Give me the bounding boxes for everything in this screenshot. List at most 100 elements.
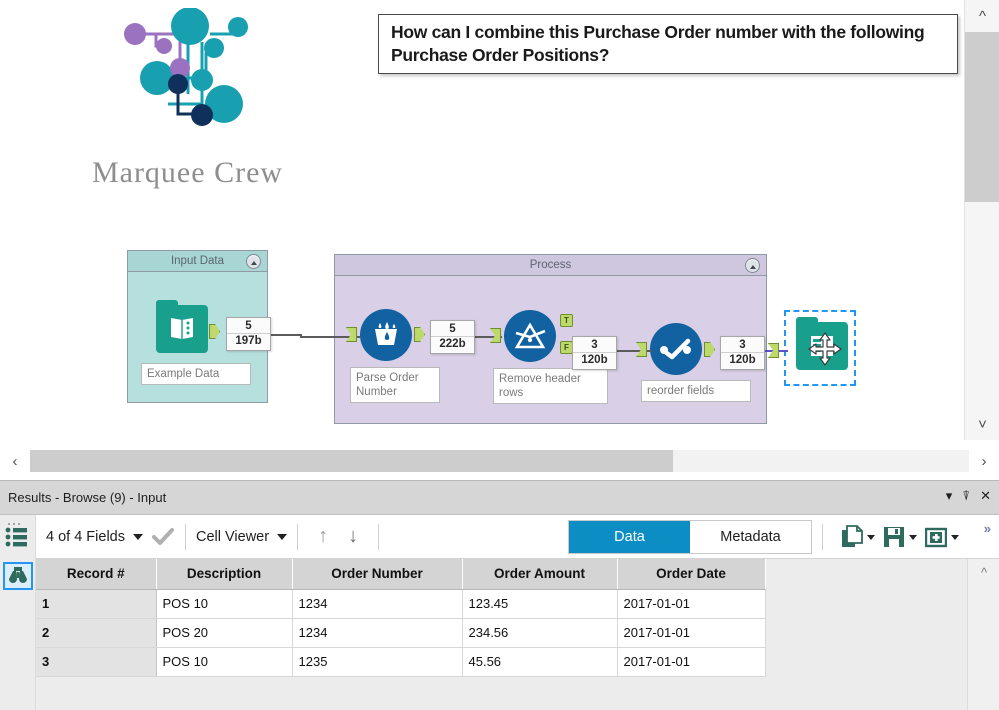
pin-icon[interactable]: ⍒ xyxy=(962,487,970,505)
canvas-horizontal-scroll-track[interactable] xyxy=(30,450,969,472)
collapse-icon[interactable] xyxy=(246,254,261,269)
cell-order-number[interactable]: 1234 xyxy=(292,589,462,618)
chevron-down-icon[interactable] xyxy=(277,534,287,540)
copy-action[interactable] xyxy=(841,525,875,549)
results-toolbar-left-rail xyxy=(0,515,36,559)
cell-order-number[interactable]: 1235 xyxy=(292,647,462,676)
column-header-order-number[interactable]: Order Number xyxy=(292,559,462,589)
results-grid-left-rail xyxy=(0,559,36,710)
input-data-icon[interactable] xyxy=(156,305,208,357)
workflow-canvas-area[interactable]: Marquee Crew How can I combine this Purc… xyxy=(0,0,999,480)
record-annotation: 5 197b xyxy=(226,317,271,351)
tab-data[interactable]: Data xyxy=(569,521,690,553)
cell-order-date[interactable]: 2017-01-01 xyxy=(617,618,765,647)
results-panel-title: Results - Browse (9) - Input xyxy=(8,490,166,505)
tool-label-remove-header-rows[interactable]: Remove header rows xyxy=(493,368,608,404)
tab-metadata[interactable]: Metadata xyxy=(690,521,811,553)
scroll-up-button[interactable]: ^ xyxy=(965,0,999,32)
browse-record-button[interactable] xyxy=(3,562,33,590)
record-annotation: 5 222b xyxy=(430,320,475,354)
container-process-title: Process xyxy=(530,259,572,271)
copy-icon[interactable] xyxy=(841,525,863,549)
cell-order-amount[interactable]: 123.45 xyxy=(462,589,617,618)
save-action[interactable] xyxy=(883,526,917,548)
sort-ascending-button[interactable]: ↑ xyxy=(308,525,338,548)
table-row[interactable]: 3 POS 10 1235 45.56 2017-01-01 xyxy=(36,647,765,676)
table-header-row: Record # Description Order Number Order … xyxy=(36,559,765,589)
toolbar-overflow-button[interactable]: » xyxy=(984,521,991,536)
toolbar-separator xyxy=(822,524,823,550)
column-header-order-date[interactable]: Order Date xyxy=(617,559,765,589)
results-grid-wrapper: Record # Description Order Number Order … xyxy=(0,559,999,710)
field-selector-label: 4 of 4 Fields xyxy=(46,529,125,545)
container-input-data-title: Input Data xyxy=(171,255,224,267)
chevron-down-icon[interactable] xyxy=(867,535,875,540)
cell-description[interactable]: POS 10 xyxy=(156,647,292,676)
toolbar-separator xyxy=(378,524,379,550)
cell-record[interactable]: 2 xyxy=(36,618,156,647)
cell-order-date[interactable]: 2017-01-01 xyxy=(617,647,765,676)
canvas-horizontal-scrollbar[interactable]: ‹ › xyxy=(0,442,999,480)
results-toolbar-actions xyxy=(812,515,959,559)
toolbar-separator xyxy=(185,524,186,550)
logo-mark-icon xyxy=(102,8,272,148)
canvas-vertical-scrollbar[interactable]: ^ ˅ xyxy=(964,0,999,440)
select-icon[interactable] xyxy=(650,323,702,375)
record-annotation: 3 120b xyxy=(720,336,765,370)
table-row[interactable]: 2 POS 20 1234 234.56 2017-01-01 xyxy=(36,618,765,647)
cell-order-number[interactable]: 1234 xyxy=(292,618,462,647)
chevron-down-icon[interactable] xyxy=(133,534,143,540)
cell-record[interactable]: 1 xyxy=(36,589,156,618)
move-cursor-icon xyxy=(808,332,842,366)
data-cleansing-icon[interactable] xyxy=(360,309,412,361)
results-view-tabs: Data Metadata xyxy=(568,520,812,554)
cell-record[interactable]: 3 xyxy=(36,647,156,676)
close-icon[interactable]: ✕ xyxy=(980,487,991,505)
question-callout-text: How can I combine this Purchase Order nu… xyxy=(391,21,947,67)
add-action[interactable] xyxy=(925,526,959,548)
canvas-horizontal-scroll-thumb[interactable] xyxy=(30,450,673,472)
cell-viewer-selector[interactable]: Cell Viewer xyxy=(196,529,287,545)
cell-description[interactable]: POS 10 xyxy=(156,589,292,618)
field-selector[interactable]: 4 of 4 Fields xyxy=(36,527,175,547)
table-row[interactable]: 1 POS 10 1234 123.45 2017-01-01 xyxy=(36,589,765,618)
results-toolbar: 4 of 4 Fields Cell Viewer ↑ ↓ Data Metad… xyxy=(0,515,999,559)
column-header-order-amount[interactable]: Order Amount xyxy=(462,559,617,589)
panel-menu-icon[interactable]: ▾ xyxy=(946,487,953,505)
sort-descending-button[interactable]: ↓ xyxy=(338,525,368,548)
container-input-data-header: Input Data xyxy=(128,251,267,272)
save-icon[interactable] xyxy=(883,526,905,548)
scroll-right-button[interactable]: › xyxy=(969,442,999,480)
canvas-vertical-scroll-thumb[interactable] xyxy=(965,32,999,202)
tool-browse[interactable] xyxy=(784,310,856,386)
chevron-down-icon[interactable] xyxy=(909,535,917,540)
check-icon[interactable] xyxy=(151,527,175,547)
scroll-down-button[interactable]: ˅ xyxy=(965,408,999,440)
alteryx-designer-window: Marquee Crew How can I combine this Purc… xyxy=(0,0,999,710)
scroll-up-button[interactable]: ^ xyxy=(968,559,999,585)
record-annotation: 3 120b xyxy=(572,336,617,370)
tool-label-parse-order-number[interactable]: Parse Order Number xyxy=(350,367,440,403)
cell-order-date[interactable]: 2017-01-01 xyxy=(617,589,765,618)
cell-viewer-label: Cell Viewer xyxy=(196,529,269,545)
cell-order-amount[interactable]: 45.56 xyxy=(462,647,617,676)
tool-label-reorder-fields[interactable]: reorder fields xyxy=(641,380,751,402)
toolbar-separator xyxy=(297,524,298,550)
workflow-canvas[interactable]: Marquee Crew How can I combine this Purc… xyxy=(0,0,964,440)
filter-icon[interactable] xyxy=(504,310,556,362)
results-grid-vertical-scrollbar[interactable]: ^ xyxy=(967,559,999,710)
scroll-left-button[interactable]: ‹ xyxy=(0,442,30,480)
container-process-header: Process xyxy=(335,255,766,276)
add-icon[interactable] xyxy=(925,526,947,548)
field-list-icon[interactable] xyxy=(5,522,31,548)
results-data-grid[interactable]: Record # Description Order Number Order … xyxy=(36,559,766,677)
tool-label-input-data[interactable]: Example Data xyxy=(141,363,251,385)
column-header-record[interactable]: Record # xyxy=(36,559,156,589)
cell-description[interactable]: POS 20 xyxy=(156,618,292,647)
chevron-down-icon[interactable] xyxy=(951,535,959,540)
output-port-true[interactable]: T xyxy=(560,314,573,327)
cell-order-amount[interactable]: 234.56 xyxy=(462,618,617,647)
marquee-crew-logo: Marquee Crew xyxy=(70,8,305,200)
collapse-icon[interactable] xyxy=(745,258,760,273)
column-header-description[interactable]: Description xyxy=(156,559,292,589)
